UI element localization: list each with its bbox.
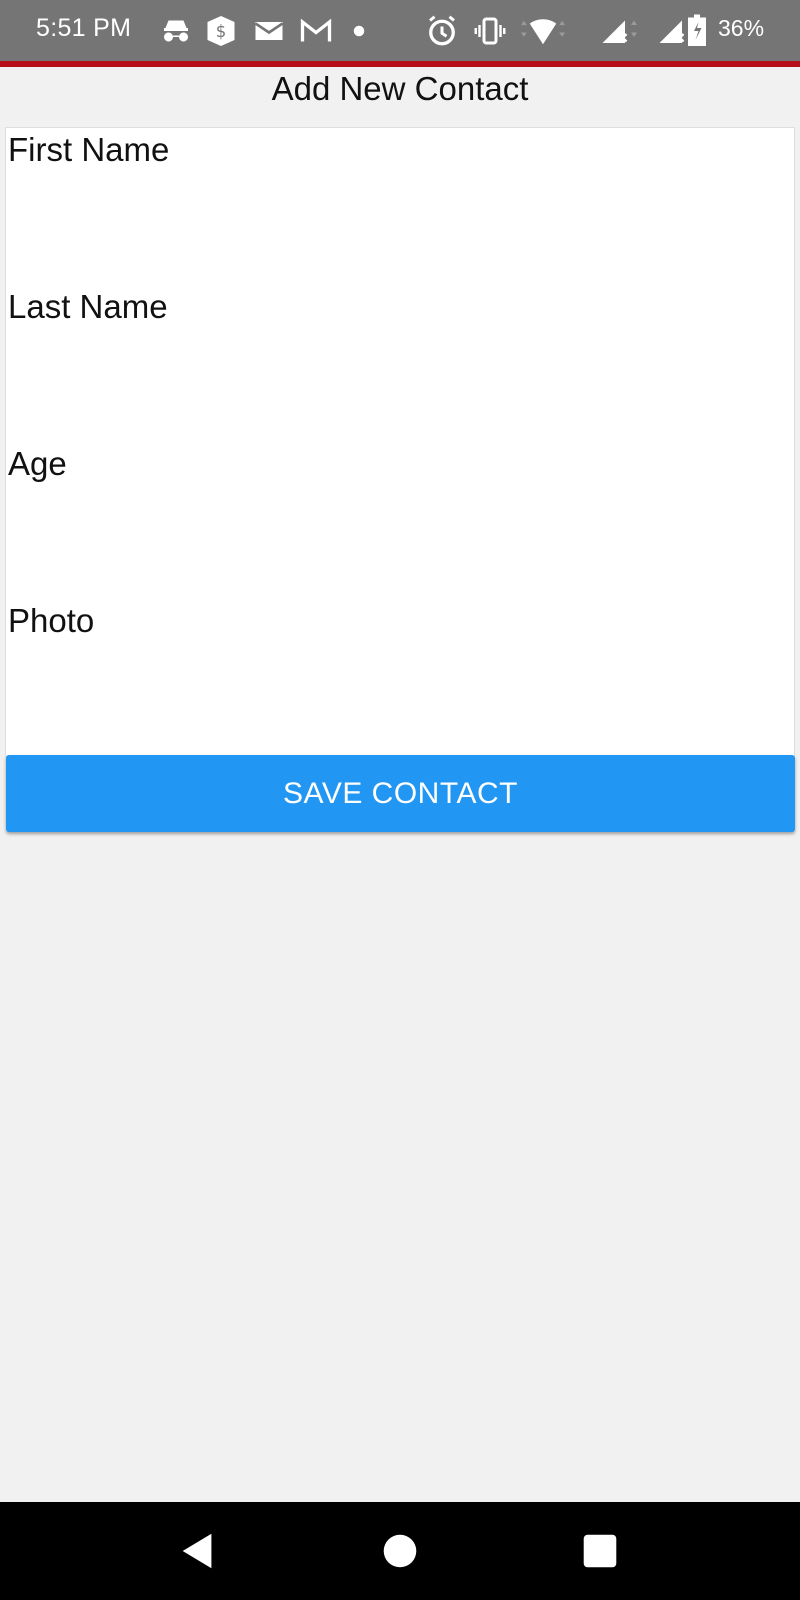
last-name-input[interactable]: [8, 333, 792, 425]
age-field: Age: [6, 442, 794, 592]
first-name-field: First Name: [6, 128, 794, 278]
back-icon[interactable]: [175, 1528, 221, 1574]
status-bar: 5:51 PM $ 36%: [0, 0, 800, 61]
contact-form: First Name Last Name Age Photo: [5, 127, 795, 757]
cash-app-icon: $: [203, 13, 239, 49]
first-name-label: First Name: [8, 131, 170, 168]
save-contact-button[interactable]: SAVE CONTACT: [6, 755, 795, 832]
gmail-icon: [298, 13, 334, 49]
vibrate-icon: [472, 13, 508, 49]
signal-no-service-icon: [598, 13, 640, 49]
last-name-label: Last Name: [8, 288, 168, 325]
age-label: Age: [8, 445, 67, 482]
photo-input[interactable]: [8, 647, 792, 739]
photo-field: Photo: [6, 599, 794, 749]
recents-icon[interactable]: [577, 1528, 623, 1574]
svg-text:$: $: [216, 22, 227, 41]
page-title: Add New Contact: [271, 70, 529, 107]
battery-icon: [686, 13, 708, 49]
first-name-input[interactable]: [8, 176, 792, 268]
home-icon[interactable]: [377, 1528, 423, 1574]
alarm-icon: [424, 13, 460, 49]
battery-percent: 36%: [718, 15, 765, 41]
last-name-field: Last Name: [6, 285, 794, 435]
mail-icon: [251, 13, 287, 49]
navigation-bar: [0, 1502, 800, 1600]
photo-label: Photo: [8, 602, 95, 639]
age-input[interactable]: [8, 490, 792, 582]
wifi-icon: [518, 13, 568, 49]
incognito-icon: [158, 13, 194, 49]
status-time: 5:51 PM: [36, 14, 132, 42]
status-accent-bar: [0, 61, 800, 67]
notification-dot-icon: [350, 13, 368, 49]
